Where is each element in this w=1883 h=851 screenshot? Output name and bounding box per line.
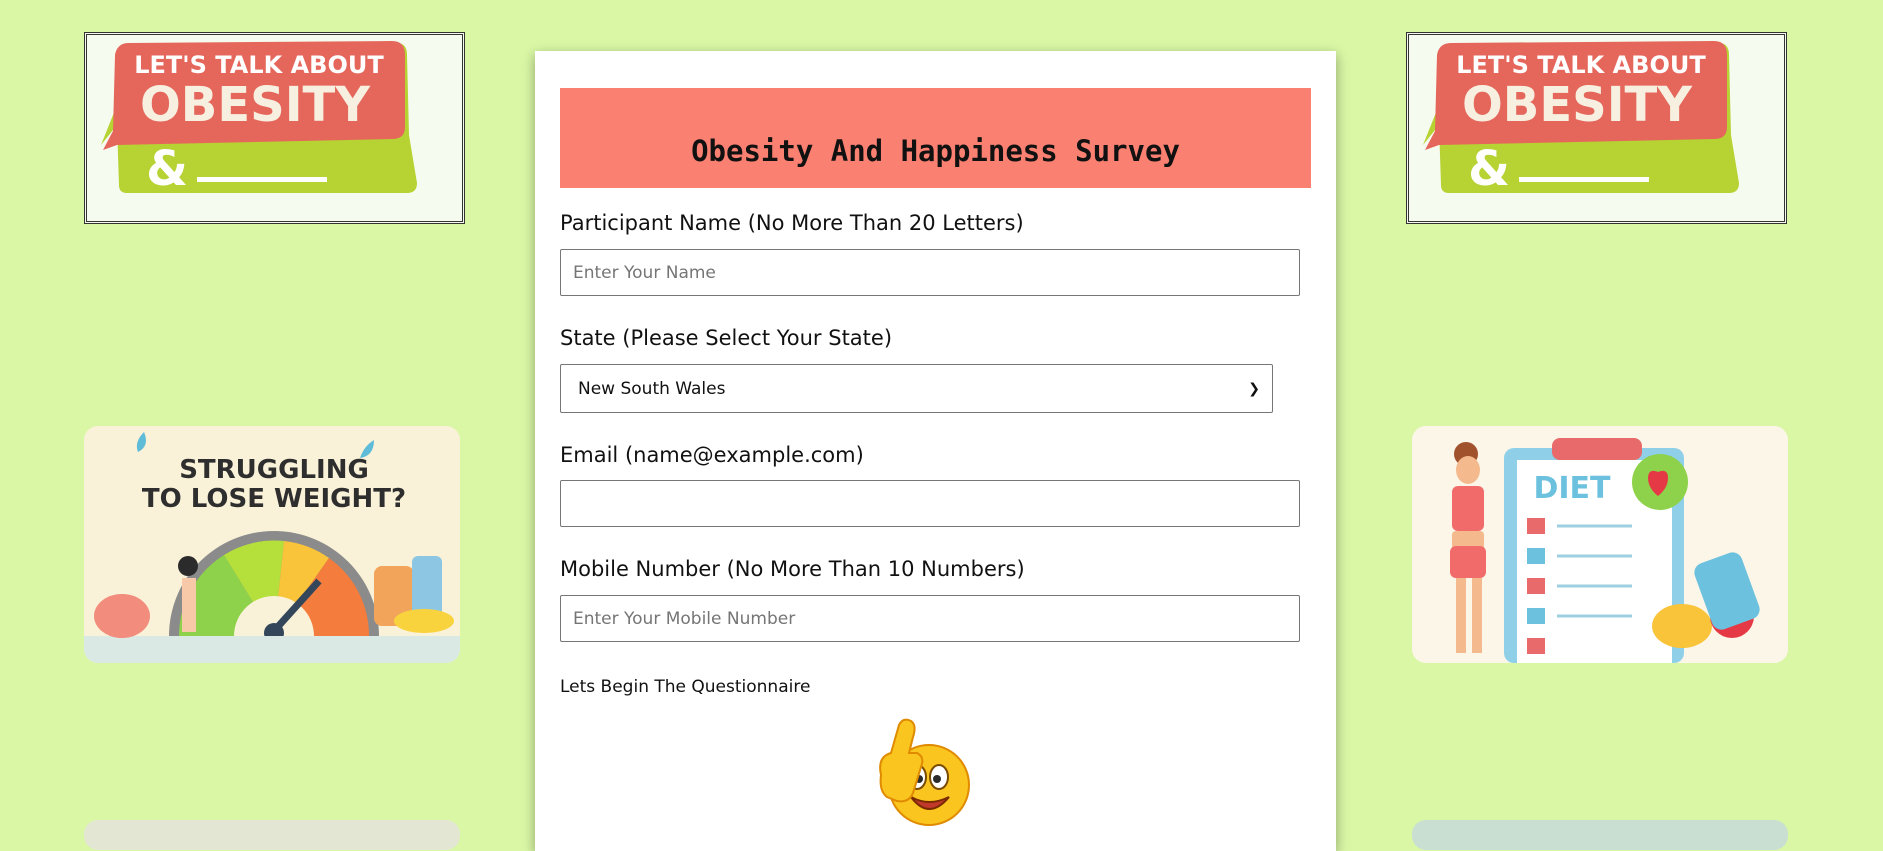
begin-questionnaire-text: Lets Begin The Questionnaire [560,677,811,697]
mobile-number-input[interactable] [560,595,1300,642]
thumbs-up-emoji-icon [873,717,973,837]
state-selected-value: New South Wales [578,378,726,399]
state-label: State (Please Select Your State) [560,326,893,350]
survey-form-card: Obesity And Happiness Survey Participant… [535,51,1336,851]
banner-line1: LET'S TALK ABOUT [1456,51,1706,79]
banner-line1: LET'S TALK ABOUT [134,51,384,79]
chevron-down-icon: ❯ [1248,380,1260,397]
poster-line2: TO LOSE WEIGHT? [142,484,406,514]
obesity-banner-right: LET'S TALK ABOUT OBESITY & [1406,32,1787,224]
state-select[interactable]: New South Wales ❯ [560,364,1273,413]
poster-line1: STRUGGLING [179,455,369,485]
email-label: Email (name@example.com) [560,443,864,467]
banner-line3: & [1468,141,1510,197]
mobile-number-label: Mobile Number (No More Than 10 Numbers) [560,557,1025,581]
banner-line3: & [146,141,188,197]
diet-poster: DIET [1412,426,1788,663]
right-bottom-image [1412,820,1788,850]
obesity-banner-left: LET'S TALK ABOUT OBESITY & [84,32,465,224]
participant-name-label: Participant Name (No More Than 20 Letter… [560,211,1024,235]
banner-line2: OBESITY [140,77,371,133]
participant-name-input[interactable] [560,249,1300,296]
email-input[interactable] [560,480,1300,527]
left-bottom-image [84,820,460,850]
banner-line2: OBESITY [1462,77,1693,133]
struggling-poster: STRUGGLING TO LOSE WEIGHT? [84,426,460,663]
survey-title: Obesity And Happiness Survey [691,134,1180,168]
poster-diet-word: DIET [1533,471,1611,506]
survey-header: Obesity And Happiness Survey [560,88,1311,188]
